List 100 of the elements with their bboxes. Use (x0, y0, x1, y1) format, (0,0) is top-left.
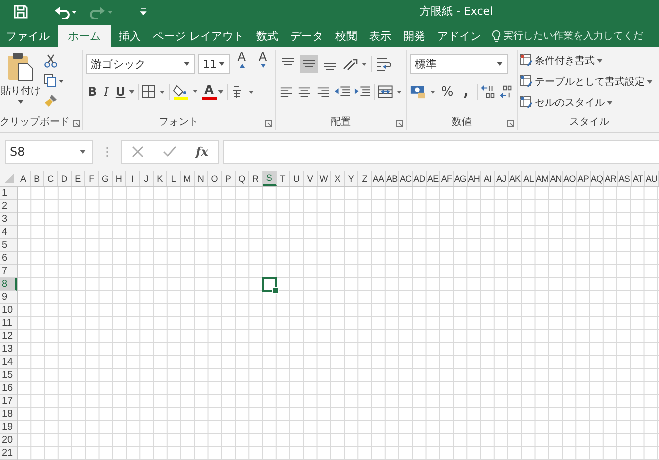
row-header[interactable]: 12 (0, 330, 17, 343)
currency-format-icon[interactable] (410, 84, 436, 100)
column-header[interactable]: W (318, 171, 332, 186)
column-header[interactable]: AS (618, 171, 632, 186)
row-header[interactable]: 17 (0, 395, 17, 408)
checkmark-icon[interactable] (162, 146, 177, 158)
increase-indent-icon[interactable] (354, 85, 372, 99)
column-header[interactable]: F (85, 171, 99, 186)
column-header[interactable]: G (98, 171, 113, 186)
row-header[interactable]: 11 (0, 317, 17, 330)
row-header[interactable]: 20 (0, 434, 17, 447)
row-header[interactable]: 1 (0, 187, 17, 200)
borders-icon[interactable] (142, 85, 166, 99)
column-header[interactable]: C (44, 171, 58, 186)
row-header[interactable]: 15 (0, 369, 17, 382)
column-header[interactable]: AM (536, 171, 550, 186)
wrap-text-icon[interactable] (375, 56, 391, 72)
column-header[interactable]: Z (358, 171, 372, 186)
column-header[interactable]: AB (386, 171, 400, 186)
caret-icon[interactable] (218, 90, 224, 94)
column-header[interactable]: P (222, 171, 236, 186)
column-header[interactable]: A (17, 171, 31, 186)
ribbon-tab[interactable]: ホーム (58, 25, 111, 47)
column-header[interactable]: AI (481, 171, 496, 186)
percent-button[interactable]: % (439, 84, 456, 100)
increase-decimal-icon[interactable] (480, 84, 496, 100)
fill-color-icon[interactable] (172, 84, 199, 100)
align-center-icon[interactable] (297, 85, 313, 99)
row-header[interactable]: 19 (0, 421, 17, 434)
dialog-launcher-icon[interactable] (396, 120, 403, 127)
column-header[interactable]: AD (413, 171, 427, 186)
orientation-icon[interactable] (342, 57, 368, 71)
column-header[interactable]: AA (372, 171, 386, 186)
column-header[interactable]: Y (344, 171, 358, 186)
decrease-font-size-button[interactable]: A (254, 50, 272, 78)
column-header[interactable]: AL (522, 171, 536, 186)
decrease-indent-icon[interactable] (334, 85, 352, 99)
ribbon-tab[interactable]: 表示 (364, 25, 398, 47)
styles-menu-button[interactable]: セルのスタイル (520, 93, 659, 112)
row-header[interactable]: 6 (0, 252, 17, 265)
column-header[interactable]: D (58, 171, 72, 186)
column-header[interactable]: O (208, 171, 222, 186)
scissors-icon[interactable] (44, 54, 58, 68)
styles-menu-button[interactable]: テーブルとして書式設定 (520, 72, 659, 91)
bold-button[interactable]: B (86, 85, 100, 99)
ribbon-tab[interactable]: ページ レイアウト (147, 25, 250, 47)
font-color-button[interactable]: A (202, 84, 217, 100)
row-header[interactable]: 16 (0, 382, 17, 395)
column-header[interactable]: AC (399, 171, 414, 186)
caret-icon[interactable] (128, 90, 135, 94)
dialog-launcher-icon[interactable] (507, 120, 514, 127)
column-header[interactable]: AE (426, 171, 440, 186)
row-header[interactable]: 2 (0, 200, 17, 213)
format-painter-icon[interactable] (44, 94, 58, 108)
grip-icon[interactable] (106, 146, 109, 158)
row-header[interactable]: 4 (0, 226, 17, 239)
column-header[interactable]: T (276, 171, 290, 186)
row-header[interactable]: 9 (0, 291, 17, 304)
row-header[interactable]: 8 (0, 278, 17, 291)
column-header[interactable]: X (331, 171, 345, 186)
column-header[interactable]: I (126, 171, 140, 186)
row-header[interactable]: 18 (0, 408, 17, 421)
align-right-icon[interactable] (316, 85, 331, 99)
font-name-dropdown[interactable]: 游ゴシック (86, 54, 196, 74)
row-header[interactable]: 13 (0, 343, 17, 356)
ribbon-tab[interactable]: 挿入 (113, 25, 147, 47)
middle-align-icon[interactable] (300, 55, 318, 73)
column-header[interactable]: M (180, 171, 195, 186)
styles-menu-button[interactable]: 条件付き書式 (520, 51, 659, 70)
row-header[interactable]: 14 (0, 356, 17, 369)
paste-button[interactable]: 貼り付け (0, 52, 42, 114)
column-header[interactable]: AT (632, 171, 646, 186)
copy-icon[interactable] (44, 74, 64, 88)
ribbon-tab[interactable]: データ (284, 25, 330, 47)
align-left-icon[interactable] (279, 85, 294, 99)
column-header[interactable]: AK (508, 171, 522, 186)
column-header[interactable]: AO (563, 171, 578, 186)
column-header[interactable]: AN (550, 171, 564, 186)
column-header[interactable]: L (167, 171, 181, 186)
save-icon[interactable] (14, 4, 28, 19)
font-size-dropdown[interactable]: 11 (198, 54, 230, 74)
row-header[interactable]: 10 (0, 304, 17, 317)
decrease-decimal-icon[interactable] (498, 84, 514, 100)
column-header[interactable]: AF (440, 171, 454, 186)
column-header[interactable]: E (72, 171, 86, 186)
ribbon-tab[interactable]: ファイル (0, 25, 56, 47)
row-header[interactable]: 3 (0, 213, 17, 226)
phonetic-guide-icon[interactable] (230, 85, 255, 99)
column-header[interactable]: AH (468, 171, 482, 186)
column-header[interactable]: AG (454, 171, 468, 186)
formula-field[interactable] (223, 140, 659, 164)
insert-function-button[interactable]: fx (196, 145, 208, 159)
column-header[interactable]: K (154, 171, 168, 186)
dialog-launcher-icon[interactable] (73, 120, 80, 127)
column-header[interactable]: AU (645, 171, 659, 186)
column-header[interactable]: U (290, 171, 304, 186)
number-format-dropdown[interactable]: 標準 (410, 54, 508, 74)
italic-button[interactable]: I (102, 85, 111, 99)
column-header[interactable]: V (304, 171, 318, 186)
column-header[interactable]: H (112, 171, 126, 186)
